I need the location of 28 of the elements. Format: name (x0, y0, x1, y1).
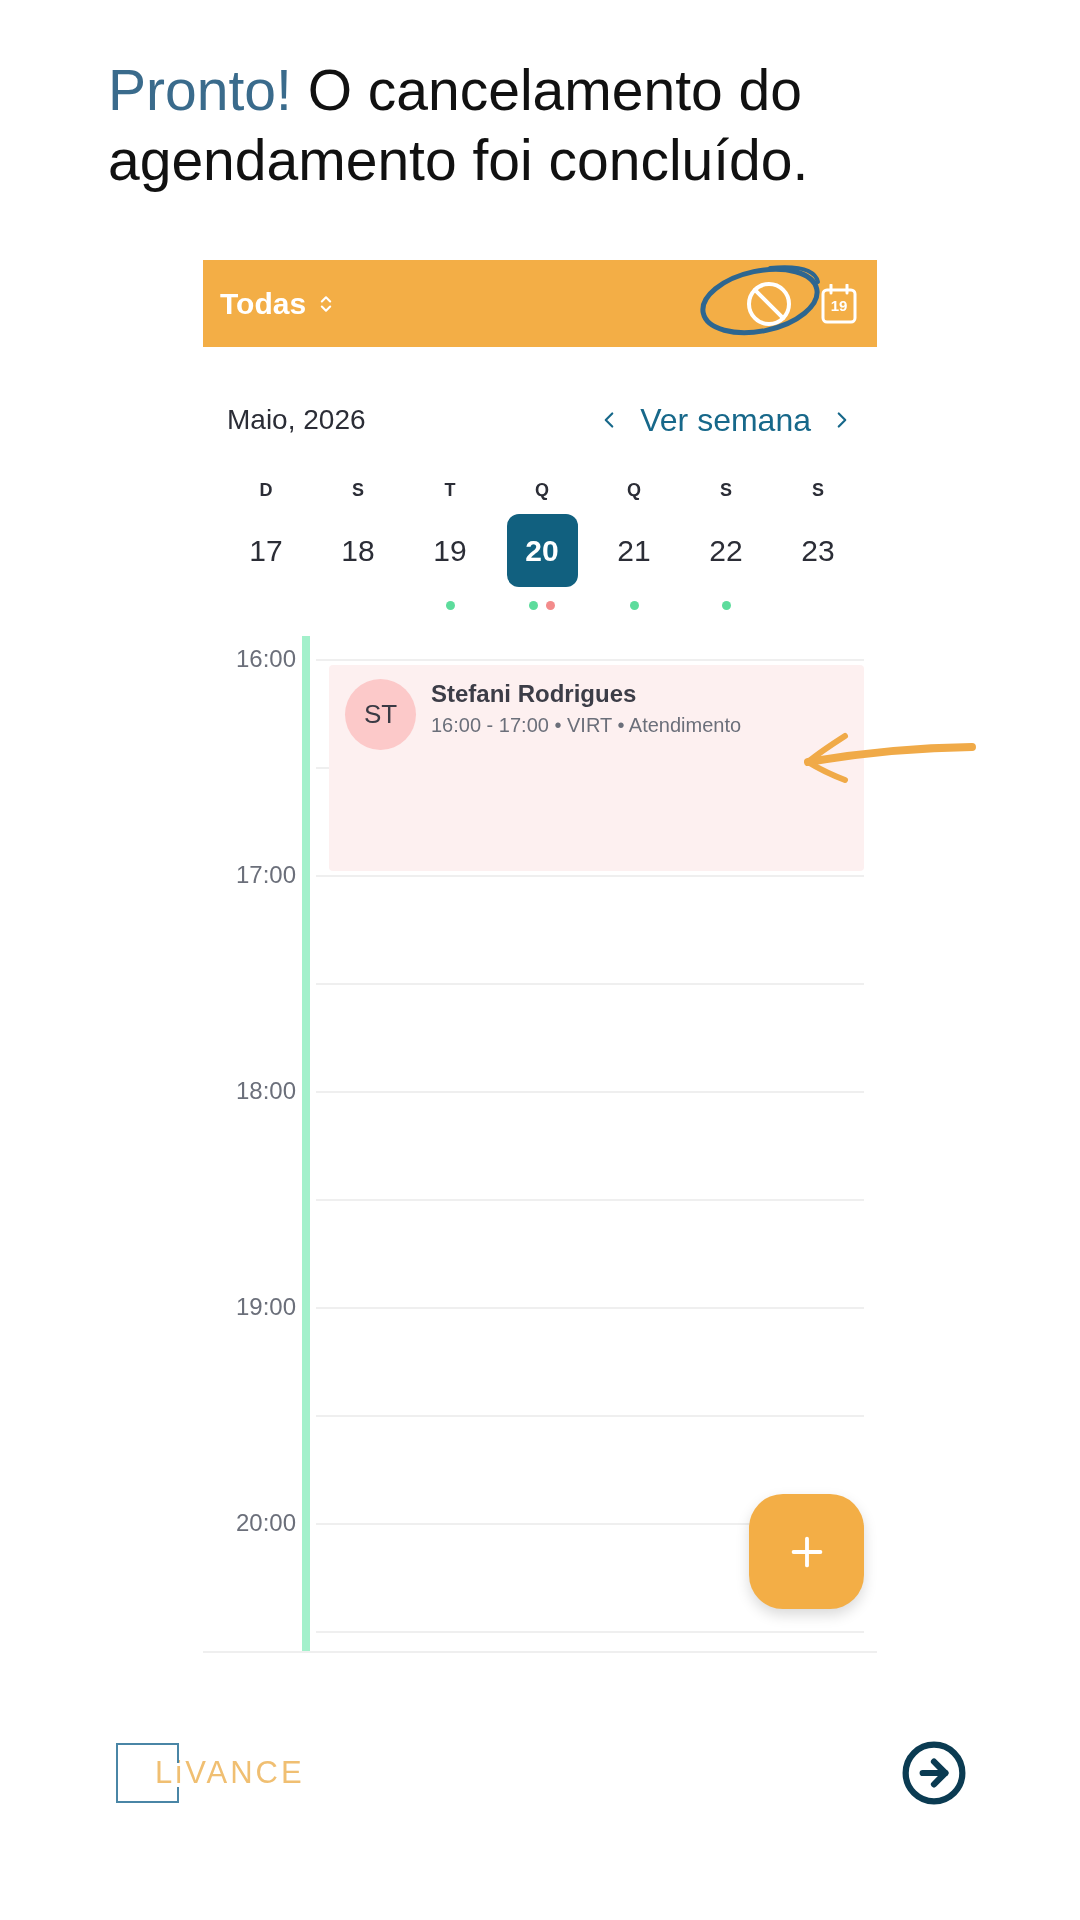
headline: Pronto! O cancelamento do agendamento foi concluído. (108, 57, 810, 194)
date-button[interactable]: 18 (341, 532, 375, 569)
date-button[interactable]: 19 (433, 532, 467, 569)
weekday-label: T (444, 479, 456, 502)
event-name: Stefani Rodrigues (431, 679, 638, 709)
event-card[interactable]: ST Stefani Rodrigues 16:00 - 17:00 • VIRT • Atendimento (329, 665, 864, 871)
date-button[interactable]: 17 (249, 532, 283, 569)
hour-label: 16:00 (235, 645, 296, 673)
date-button[interactable]: 22 (709, 532, 743, 569)
hour-label: 18:00 (235, 1077, 296, 1105)
brand-logo: LiVANCE (116, 1743, 305, 1803)
weekday-label: S (720, 479, 732, 502)
avatar-initials: ST (345, 679, 416, 750)
weekday-label: D (259, 479, 273, 502)
block-icon[interactable] (745, 279, 793, 328)
view-week-link[interactable]: Ver semana (640, 402, 811, 438)
hour-label: 17:00 (235, 861, 296, 889)
weekday-label: Q (535, 479, 549, 502)
hour-label: 20:00 (235, 1509, 296, 1537)
month-label: Maio, 2026 (227, 403, 366, 437)
weekday-label: S (812, 479, 824, 502)
weekday-label: Q (627, 479, 641, 502)
event-details: 16:00 - 17:00 • VIRT • Atendimento (431, 713, 742, 738)
hour-label: 19:00 (235, 1293, 296, 1321)
date-button[interactable]: 21 (617, 532, 651, 569)
date-button[interactable]: 23 (801, 532, 835, 569)
weekday-label: S (352, 479, 364, 502)
date-button[interactable]: 20 (506, 514, 578, 587)
